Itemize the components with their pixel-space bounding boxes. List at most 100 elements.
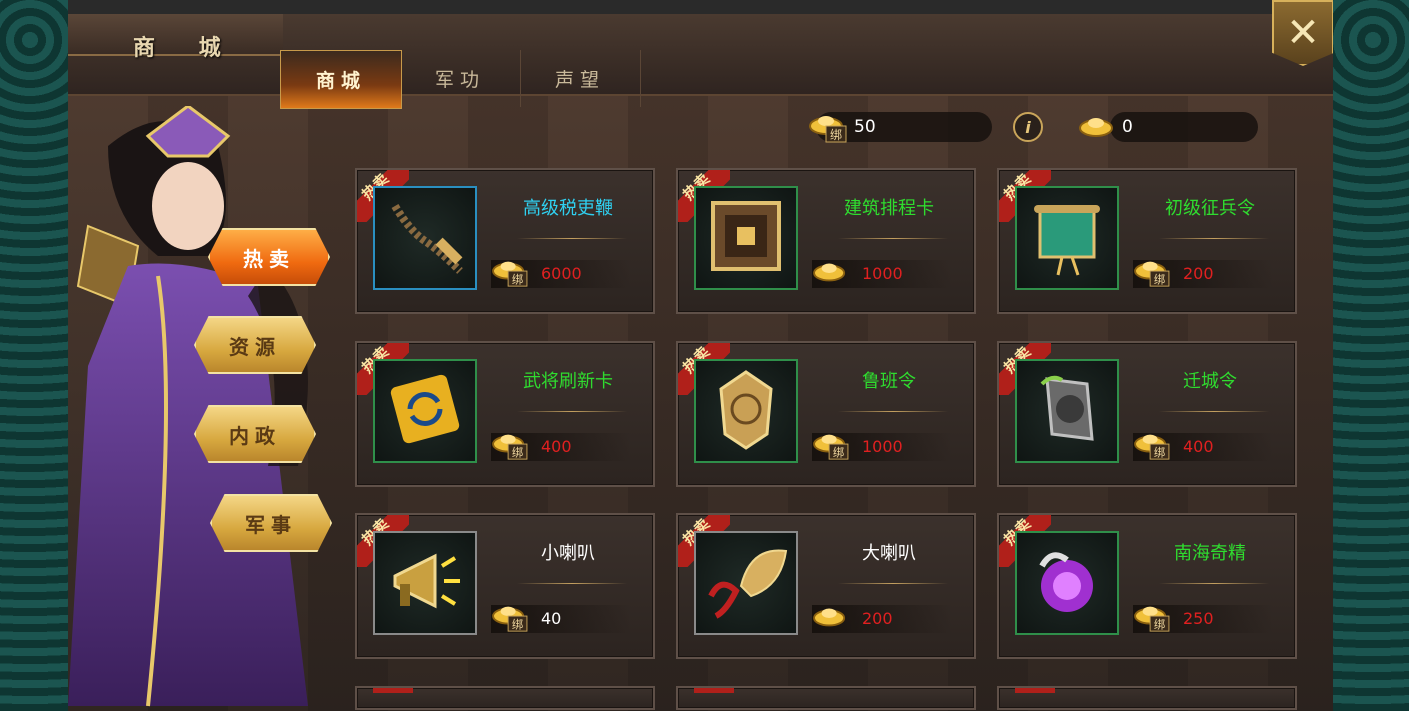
item-price: 250 bbox=[1183, 609, 1214, 628]
right-background-pattern bbox=[1333, 0, 1409, 711]
category-hot-button[interactable]: 热卖 bbox=[208, 228, 330, 286]
item-divider bbox=[838, 411, 948, 412]
title-plate: 商 城 bbox=[68, 14, 283, 61]
hot-sale-ribbon bbox=[694, 688, 734, 693]
shop-item-card[interactable]: 热卖鲁班令绑1000 bbox=[676, 341, 976, 487]
item-icon-frame[interactable] bbox=[694, 359, 798, 463]
shop-item-card[interactable]: 热卖南海奇精绑250 bbox=[997, 513, 1297, 659]
item-price-bar: 绑 6000 bbox=[491, 260, 631, 288]
item-name: 南海奇精 bbox=[1174, 543, 1246, 564]
gold-ingot-icon bbox=[812, 256, 850, 288]
item-price: 200 bbox=[1183, 264, 1214, 283]
item-price: 200 bbox=[862, 609, 893, 628]
gold-amount: 0 bbox=[1122, 117, 1133, 137]
whip-icon bbox=[380, 191, 470, 285]
shop-item-card-partial[interactable] bbox=[997, 686, 1297, 710]
item-icon-frame[interactable] bbox=[1015, 359, 1119, 463]
item-price: 1000 bbox=[862, 437, 903, 456]
hot-sale-ribbon bbox=[1015, 688, 1055, 693]
item-divider bbox=[517, 238, 627, 239]
bound-gold-icon: 绑 bbox=[1133, 256, 1171, 288]
gold-ingot-icon bbox=[1078, 112, 1114, 145]
item-divider bbox=[838, 238, 948, 239]
item-price: 40 bbox=[541, 609, 562, 628]
item-price-bar: 绑 400 bbox=[1133, 433, 1273, 461]
category-internal-affairs-button[interactable]: 内政 bbox=[194, 405, 316, 463]
hot-sale-ribbon bbox=[373, 688, 413, 693]
shop-item-card[interactable]: 热卖初级征兵令绑200 bbox=[997, 168, 1297, 314]
item-divider bbox=[1159, 411, 1269, 412]
schedule-card-icon bbox=[701, 191, 791, 285]
info-button[interactable]: i bbox=[1013, 112, 1043, 142]
item-divider bbox=[517, 583, 627, 584]
item-icon-frame[interactable] bbox=[1015, 186, 1119, 290]
bound-label: 绑 bbox=[833, 446, 844, 459]
spirit-icon bbox=[1022, 536, 1112, 630]
bound-gold-icon: 绑 bbox=[812, 429, 850, 461]
shop-item-card[interactable]: 热卖大喇叭200 bbox=[676, 513, 976, 659]
bound-label: 绑 bbox=[1154, 273, 1165, 286]
item-icon-frame[interactable] bbox=[373, 359, 477, 463]
shop-window: 商 城 商城 军功 声望 ✕ 热卖 资源 内政 军事 绑 50 i 0 高级税吏… bbox=[68, 0, 1333, 711]
bound-label: 绑 bbox=[512, 446, 523, 459]
item-name: 大喇叭 bbox=[862, 543, 916, 564]
shop-item-card[interactable]: 热卖武将刷新卡绑400 bbox=[355, 341, 655, 487]
category-resources-button[interactable]: 资源 bbox=[194, 316, 316, 374]
item-price-bar: 绑 200 bbox=[1133, 260, 1273, 288]
bound-gold-amount: 50 bbox=[854, 117, 876, 137]
item-price-bar: 1000 bbox=[812, 260, 952, 288]
item-name: 鲁班令 bbox=[862, 371, 916, 392]
bound-label: 绑 bbox=[512, 618, 523, 631]
item-price: 1000 bbox=[862, 264, 903, 283]
shop-item-card-partial[interactable] bbox=[355, 686, 655, 710]
category-military-button[interactable]: 军事 bbox=[210, 494, 332, 552]
item-name: 建筑排程卡 bbox=[844, 198, 934, 219]
gramophone-icon bbox=[701, 536, 791, 630]
tab-military-merit[interactable]: 军功 bbox=[400, 50, 521, 107]
megaphone-icon bbox=[380, 536, 470, 630]
shop-item-card[interactable]: 热卖建筑排程卡1000 bbox=[676, 168, 976, 314]
bound-gold-display: 绑 50 bbox=[809, 112, 992, 143]
refresh-card-icon bbox=[380, 364, 470, 458]
bound-gold-icon: 绑 bbox=[491, 601, 529, 633]
item-icon-frame[interactable] bbox=[694, 531, 798, 635]
shop-item-card[interactable]: 热卖小喇叭绑40 bbox=[355, 513, 655, 659]
shop-header: 商 城 商城 军功 声望 bbox=[68, 14, 1333, 109]
item-divider bbox=[517, 411, 627, 412]
bound-gold-icon: 绑 bbox=[808, 110, 848, 149]
left-background-pattern bbox=[0, 0, 68, 711]
item-price: 400 bbox=[541, 437, 572, 456]
top-strip bbox=[68, 0, 1333, 15]
item-name: 小喇叭 bbox=[541, 543, 595, 564]
item-divider bbox=[1159, 583, 1269, 584]
close-button[interactable]: ✕ bbox=[1272, 0, 1333, 66]
tab-reputation[interactable]: 声望 bbox=[520, 50, 641, 107]
item-divider bbox=[838, 583, 948, 584]
info-icon: i bbox=[1025, 117, 1031, 137]
bound-label: 绑 bbox=[1154, 618, 1165, 631]
bound-gold-icon: 绑 bbox=[491, 429, 529, 461]
item-icon-frame[interactable] bbox=[373, 531, 477, 635]
token-icon bbox=[701, 364, 791, 458]
item-price-bar: 绑 250 bbox=[1133, 605, 1273, 633]
item-icon-frame[interactable] bbox=[694, 186, 798, 290]
tab-shop[interactable]: 商城 bbox=[280, 50, 402, 109]
item-icon-frame[interactable] bbox=[373, 186, 477, 290]
bound-gold-icon: 绑 bbox=[491, 256, 529, 288]
item-icon-frame[interactable] bbox=[1015, 531, 1119, 635]
bound-label: 绑 bbox=[512, 273, 523, 286]
item-name: 迁城令 bbox=[1183, 371, 1237, 392]
item-divider bbox=[1159, 238, 1269, 239]
relocate-token-icon bbox=[1022, 364, 1112, 458]
scroll-icon bbox=[1022, 191, 1112, 285]
window-title: 商 城 bbox=[133, 35, 239, 61]
item-price-bar: 绑 1000 bbox=[812, 433, 952, 461]
shop-item-card-partial[interactable] bbox=[676, 686, 976, 710]
item-price: 6000 bbox=[541, 264, 582, 283]
bound-label: 绑 bbox=[830, 128, 842, 142]
gold-ingot-icon bbox=[812, 601, 850, 633]
bound-label: 绑 bbox=[1154, 446, 1165, 459]
shop-item-card[interactable]: 热卖高级税吏鞭绑6000 bbox=[355, 168, 655, 314]
shop-item-card[interactable]: 热卖迁城令绑400 bbox=[997, 341, 1297, 487]
item-price: 400 bbox=[1183, 437, 1214, 456]
